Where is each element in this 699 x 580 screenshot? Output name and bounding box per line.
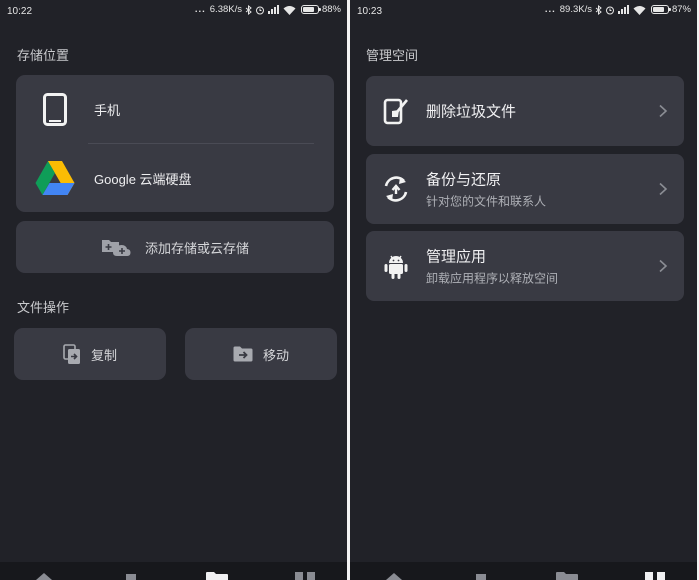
move-folder-icon: [233, 346, 253, 362]
manage-item-title: 备份与还原: [426, 171, 502, 189]
manage-item-title: 管理应用: [426, 248, 487, 266]
clean-icon: [476, 574, 486, 580]
clean-phone-icon: [383, 98, 408, 125]
folder-icon: [206, 572, 228, 580]
nav-storage[interactable]: [644, 570, 666, 580]
add-storage-label: 添加存储或云存储: [144, 240, 249, 256]
storage-item-label: Google 云端硬盘: [94, 171, 192, 187]
manage-item-delete-junk[interactable]: 删除垃圾文件: [366, 76, 684, 146]
notification-dots-icon: ...: [194, 4, 206, 15]
battery-icon: [300, 5, 321, 14]
manage-section-title: 管理空间: [366, 48, 419, 63]
bottom-navigation: [350, 562, 697, 580]
copy-label: 复制: [90, 347, 117, 363]
wifi-icon: [633, 5, 646, 15]
move-button[interactable]: 移动: [185, 328, 337, 380]
nav-clean[interactable]: [120, 570, 142, 580]
storage-item-label: 手机: [94, 102, 121, 118]
network-speed: 6.38K/s: [209, 4, 242, 15]
copy-button[interactable]: 复制: [14, 328, 166, 380]
manage-item-subtitle: 卸载应用程序以释放空间: [426, 271, 559, 286]
alarm-icon: [605, 6, 614, 14]
storage-icon: [295, 572, 315, 580]
add-cloud-storage-icon: [101, 240, 131, 256]
storage-section-title: 存储位置: [17, 48, 70, 63]
android-icon: [384, 255, 408, 279]
bluetooth-icon: [595, 4, 602, 15]
bluetooth-icon: [245, 4, 252, 15]
manage-item-title: 删除垃圾文件: [426, 103, 517, 121]
nav-clean[interactable]: [470, 570, 492, 580]
storage-item-phone[interactable]: 手机: [16, 75, 334, 143]
notification-dots-icon: ...: [544, 4, 556, 15]
alarm-icon: [255, 6, 264, 14]
network-speed: 89.3K/s: [559, 4, 592, 15]
storage-icon: [645, 572, 665, 580]
google-drive-icon: [35, 161, 75, 195]
cell-signal-icon: [617, 5, 629, 14]
chevron-right-icon: [659, 104, 668, 118]
status-time: 10:23: [357, 6, 383, 17]
battery-percent: 88%: [321, 4, 341, 15]
status-time: 10:22: [7, 6, 33, 17]
copy-file-icon: [63, 343, 80, 364]
left-phone-screen: 10:22 ... 6.38K/s 88% 存储位置 手机 Google 云端硬…: [0, 0, 347, 580]
nav-home[interactable]: [383, 570, 405, 580]
manage-item-backup-restore[interactable]: 备份与还原 针对您的文件和联系人: [366, 154, 684, 224]
home-icon: [386, 573, 402, 580]
phone-icon: [43, 93, 67, 126]
add-storage-button[interactable]: 添加存储或云存储: [16, 221, 334, 273]
file-ops-section-title: 文件操作: [17, 300, 70, 315]
move-label: 移动: [262, 347, 289, 363]
backup-restore-icon: [384, 176, 408, 202]
status-bar: 10:22 ... 6.38K/s 88%: [0, 0, 347, 24]
status-bar: 10:23 ... 89.3K/s 87%: [350, 0, 697, 24]
battery-icon: [650, 5, 671, 14]
right-phone-screen: 10:23 ... 89.3K/s 87% 管理空间 删除垃圾文件 备份与还原 …: [350, 0, 697, 580]
cell-signal-icon: [267, 5, 279, 14]
folder-icon: [556, 572, 578, 580]
storage-item-google-drive[interactable]: Google 云端硬盘: [16, 144, 334, 212]
chevron-right-icon: [659, 259, 668, 273]
battery-percent: 87%: [671, 4, 691, 15]
wifi-icon: [283, 5, 296, 15]
manage-item-manage-apps[interactable]: 管理应用 卸载应用程序以释放空间: [366, 231, 684, 301]
chevron-right-icon: [659, 182, 668, 196]
nav-browse[interactable]: [206, 570, 228, 580]
manage-item-subtitle: 针对您的文件和联系人: [426, 194, 547, 209]
home-icon: [36, 573, 52, 580]
clean-icon: [126, 574, 136, 580]
nav-browse[interactable]: [556, 570, 578, 580]
bottom-navigation: [0, 562, 347, 580]
nav-home[interactable]: [33, 570, 55, 580]
nav-storage[interactable]: [294, 570, 316, 580]
storage-card: 手机 Google 云端硬盘: [16, 75, 334, 212]
